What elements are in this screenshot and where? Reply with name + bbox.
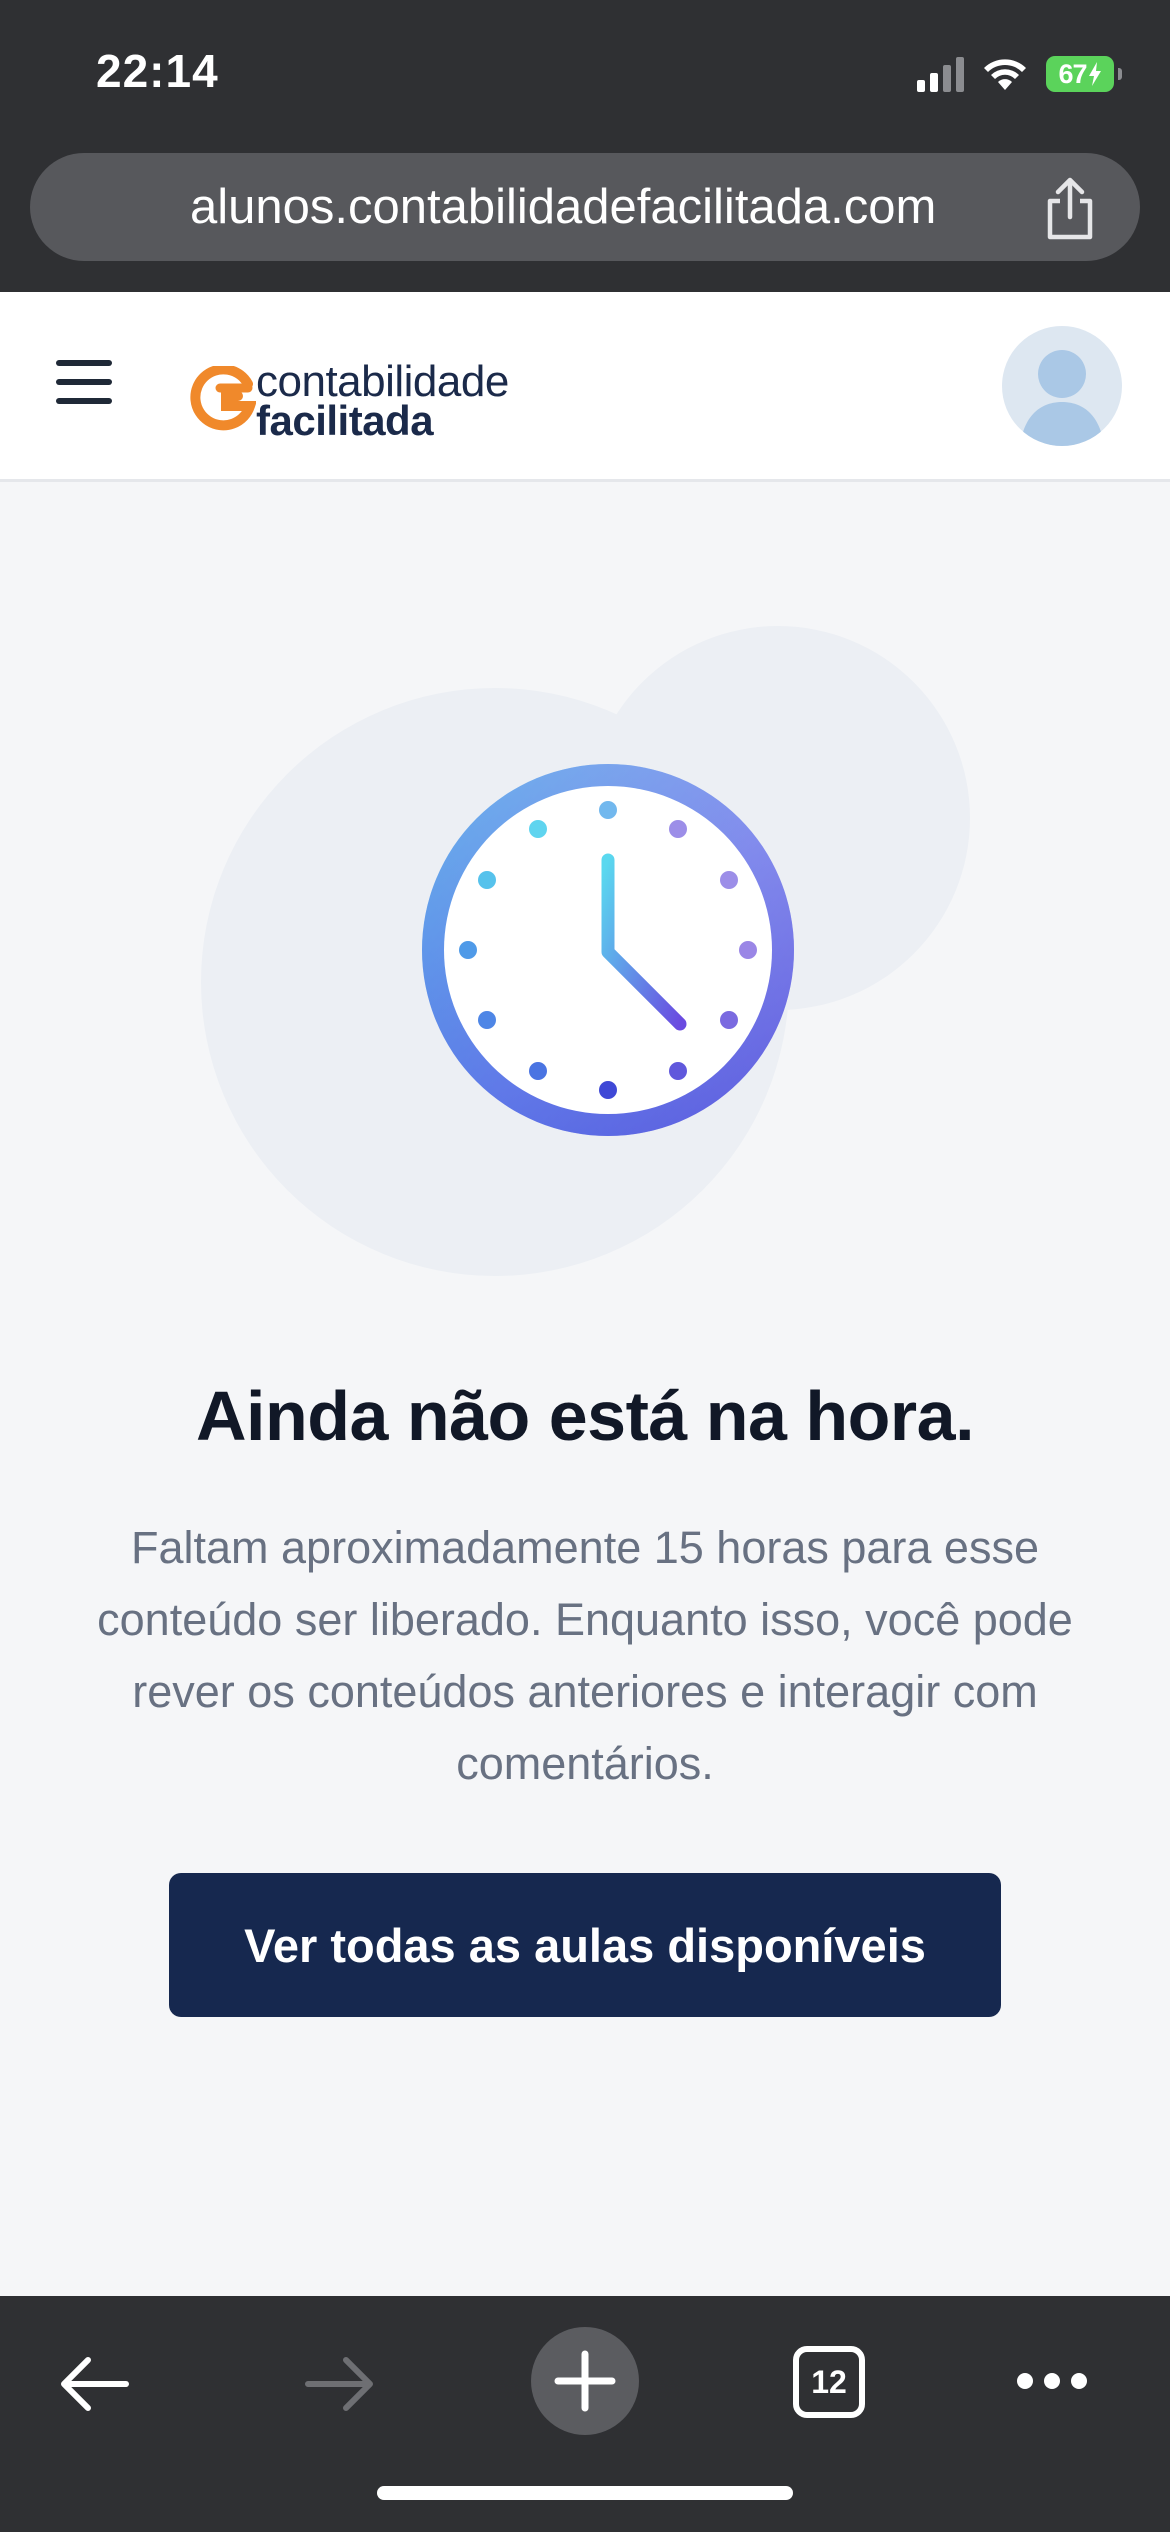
clock-icon [422, 764, 794, 1136]
plus-icon[interactable] [530, 2326, 640, 2436]
tabs-icon[interactable]: 12 [793, 2346, 865, 2418]
cellular-signal-icon [917, 56, 964, 92]
status-icons: 67 [917, 52, 1122, 96]
screen: 22:14 67 alunos.contabilidadefacilitada.… [0, 0, 1170, 2532]
back-arrow-icon[interactable] [58, 2354, 130, 2414]
wifi-icon [984, 59, 1026, 90]
more-icon[interactable] [1015, 2366, 1089, 2396]
browser-top-bar: 22:14 67 alunos.contabilidadefacilitada.… [0, 0, 1170, 292]
charging-bolt-icon [1088, 62, 1101, 86]
url-text[interactable]: alunos.contabilidadefacilitada.com [190, 153, 936, 261]
clock-illustration [201, 626, 970, 1276]
status-time: 22:14 [96, 45, 219, 97]
app-header: contabilidade facilitada [0, 292, 1170, 482]
battery-icon: 67 [1046, 56, 1122, 92]
menu-icon[interactable] [56, 360, 112, 408]
page-title: Ainda não está na hora. [195, 1377, 975, 1455]
view-all-lessons-button[interactable]: Ver todas as aulas disponíveis [169, 1873, 1001, 2017]
battery-level: 67 [1058, 58, 1087, 89]
avatar-icon [1020, 350, 1104, 446]
brand-logo[interactable]: contabilidade facilitada [190, 340, 530, 444]
logo-text-bottom: facilitada [256, 397, 434, 444]
url-bar[interactable]: alunos.contabilidadefacilitada.com [30, 153, 1140, 261]
avatar[interactable] [1002, 326, 1122, 446]
forward-arrow-icon[interactable] [304, 2354, 376, 2414]
page-description: Faltam aproximadamente 15 horas para ess… [97, 1522, 1073, 1789]
home-indicator [377, 2486, 793, 2500]
logo-mark-icon [190, 366, 256, 431]
share-icon[interactable] [1040, 177, 1100, 241]
tab-count: 12 [811, 2363, 847, 2400]
